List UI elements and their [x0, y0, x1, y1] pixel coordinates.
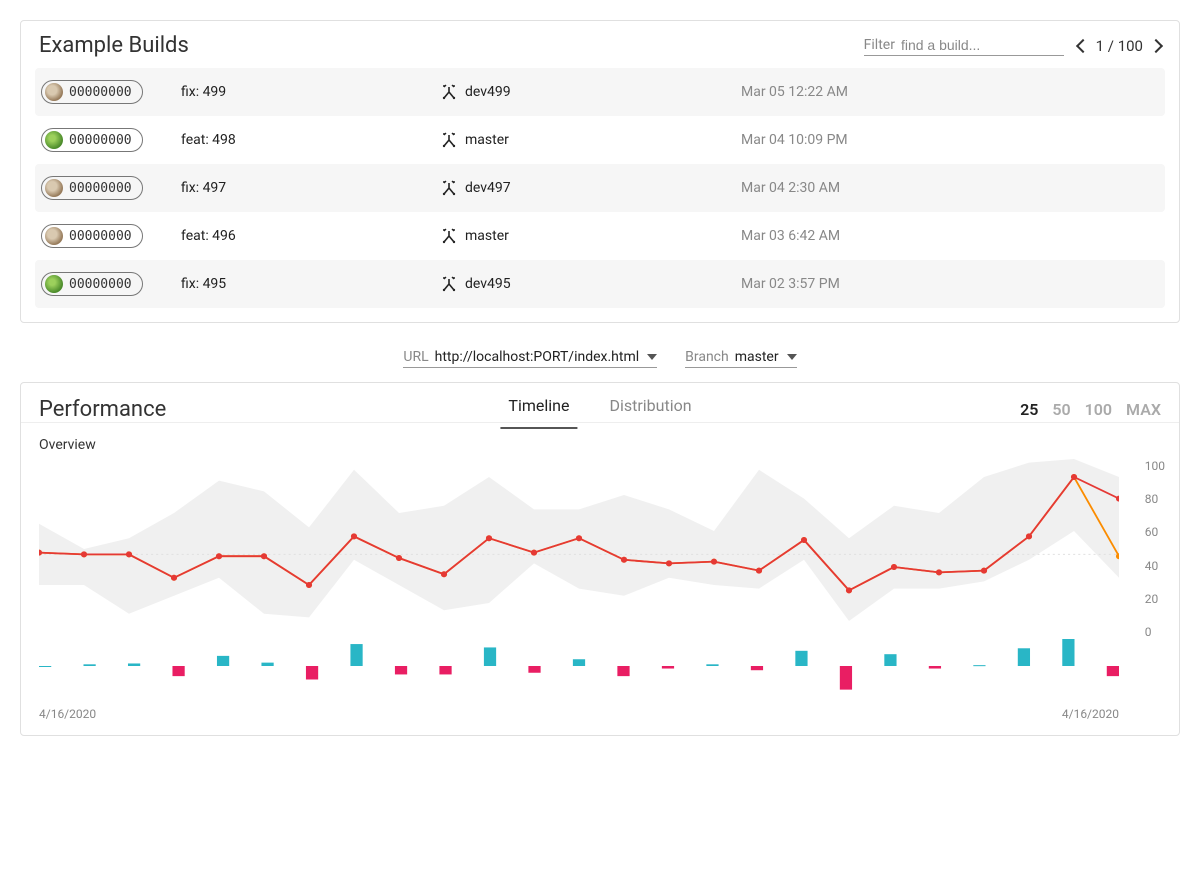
commit-pill[interactable]: 00000000: [41, 176, 143, 200]
tab-timeline[interactable]: Timeline: [500, 390, 577, 429]
range-option-50[interactable]: 50: [1052, 400, 1070, 419]
commit-hash: 00000000: [69, 229, 132, 244]
build-row[interactable]: 00000000 fix: 497 dev497 Mar 04 2:30 AM: [35, 164, 1165, 212]
branch-cell: dev499: [441, 84, 741, 100]
y-axis-labels: 100 80 60 40 20 0: [1145, 459, 1165, 639]
tab-distribution[interactable]: Distribution: [601, 390, 699, 429]
branch-cell: master: [441, 132, 741, 148]
line-chart-svg: [39, 459, 1119, 639]
branch-name: dev497: [465, 180, 511, 196]
y-tick: 100: [1145, 459, 1165, 473]
build-list: 00000000fix: 499dev499Mar 05 12:22 AM000…: [21, 68, 1179, 322]
chevron-down-icon: [787, 354, 797, 360]
commit-hash: 00000000: [69, 181, 132, 196]
y-tick: 80: [1145, 492, 1165, 506]
commit-message: fix: 495: [181, 276, 441, 292]
builds-title: Example Builds: [39, 33, 189, 58]
branch-cell: master: [441, 228, 741, 244]
range-option-100[interactable]: 100: [1085, 400, 1112, 419]
performance-card: Performance Timeline Distribution 25 50 10…: [20, 382, 1180, 736]
filter-input[interactable]: [901, 37, 1021, 53]
commit-hash: 00000000: [69, 133, 132, 148]
branch-icon: [441, 180, 457, 196]
x-axis-labels: 4/16/2020 4/16/2020: [21, 699, 1179, 735]
branch-icon: [441, 132, 457, 148]
pager-prev-icon[interactable]: [1076, 38, 1090, 52]
branch-icon: [441, 228, 457, 244]
commit-hash: 00000000: [69, 277, 132, 292]
range-option-25[interactable]: 25: [1020, 400, 1038, 419]
commit-message: feat: 496: [181, 228, 441, 244]
avatar-icon: [45, 179, 63, 197]
branch-name: master: [465, 228, 509, 244]
commit-hash: 00000000: [69, 85, 132, 100]
build-hash-cell: 00000000: [41, 80, 181, 104]
build-hash-cell: 00000000: [41, 176, 181, 200]
branch-name: dev499: [465, 84, 511, 100]
commit-pill[interactable]: 00000000: [41, 80, 143, 104]
range-option-max[interactable]: MAX: [1126, 400, 1161, 419]
build-hash-cell: 00000000: [41, 224, 181, 248]
pager-next-icon[interactable]: [1149, 38, 1163, 52]
branch-cell: dev497: [441, 180, 741, 196]
build-row[interactable]: 00000000 feat: 498 master Mar 04 10:09 PM: [35, 116, 1165, 164]
overview-chart: 100 80 60 40 20 0: [21, 459, 1179, 639]
branch-cell: dev495: [441, 276, 741, 292]
commit-pill[interactable]: 00000000: [41, 272, 143, 296]
url-select-value: http://localhost:PORT/index.html: [435, 349, 640, 365]
y-tick: 40: [1145, 559, 1165, 573]
diff-bars-svg: [39, 639, 1119, 699]
builds-card: Example Builds Filter 1 / 100 00000000 fi…: [20, 20, 1180, 323]
filter-label: Filter: [864, 37, 895, 53]
build-row[interactable]: 00000000 feat: 496 master Mar 03 6:42 AM: [35, 212, 1165, 260]
range-options: 25 50 100 MAX: [1020, 400, 1161, 419]
xlabel-left: 4/16/2020: [39, 707, 96, 721]
avatar-icon: [45, 83, 63, 101]
pager-text: 1 / 100: [1096, 37, 1143, 55]
avatar-icon: [45, 275, 63, 293]
commit-message: fix: 497: [181, 180, 441, 196]
filter-row: URL http://localhost:PORT/index.html Bra…: [20, 343, 1180, 382]
url-select-label: URL: [403, 349, 428, 365]
diff-chart: [21, 639, 1179, 699]
pager: 1 / 100: [1078, 37, 1161, 55]
build-date: Mar 05 12:22 AM: [741, 84, 1159, 100]
branch-select-label: Branch: [685, 349, 729, 365]
commit-message: feat: 498: [181, 132, 441, 148]
y-tick: 0: [1145, 625, 1165, 639]
branch-icon: [441, 276, 457, 292]
performance-title: Performance: [39, 397, 166, 422]
build-row[interactable]: 00000000 fix: 495 dev495 Mar 02 3:57 PM: [35, 260, 1165, 308]
branch-select-value: master: [735, 349, 779, 365]
commit-message: fix: 499: [181, 84, 441, 100]
y-tick: 20: [1145, 592, 1165, 606]
build-hash-cell: 00000000: [41, 128, 181, 152]
builds-header: Example Builds Filter 1 / 100: [21, 21, 1179, 68]
branch-select[interactable]: Branch master: [685, 347, 796, 368]
build-hash-cell: 00000000: [41, 272, 181, 296]
build-row[interactable]: 00000000 fix: 499 dev499 Mar 05 12:22 AM: [35, 68, 1165, 116]
y-tick: 60: [1145, 525, 1165, 539]
branch-name: dev495: [465, 276, 511, 292]
xlabel-right: 4/16/2020: [1062, 707, 1119, 721]
builds-header-tools: Filter 1 / 100: [864, 35, 1161, 56]
build-date: Mar 02 3:57 PM: [741, 276, 1159, 292]
avatar-icon: [45, 227, 63, 245]
branch-icon: [441, 84, 457, 100]
url-select[interactable]: URL http://localhost:PORT/index.html: [403, 347, 657, 368]
commit-pill[interactable]: 00000000: [41, 128, 143, 152]
avatar-icon: [45, 131, 63, 149]
build-date: Mar 04 10:09 PM: [741, 132, 1159, 148]
filter-box[interactable]: Filter: [864, 35, 1064, 56]
perf-tabs: Timeline Distribution: [500, 390, 699, 429]
build-date: Mar 03 6:42 AM: [741, 228, 1159, 244]
build-date: Mar 04 2:30 AM: [741, 180, 1159, 196]
branch-name: master: [465, 132, 509, 148]
performance-header: Performance Timeline Distribution 255010…: [21, 383, 1179, 422]
chevron-down-icon: [647, 354, 657, 360]
commit-pill[interactable]: 00000000: [41, 224, 143, 248]
